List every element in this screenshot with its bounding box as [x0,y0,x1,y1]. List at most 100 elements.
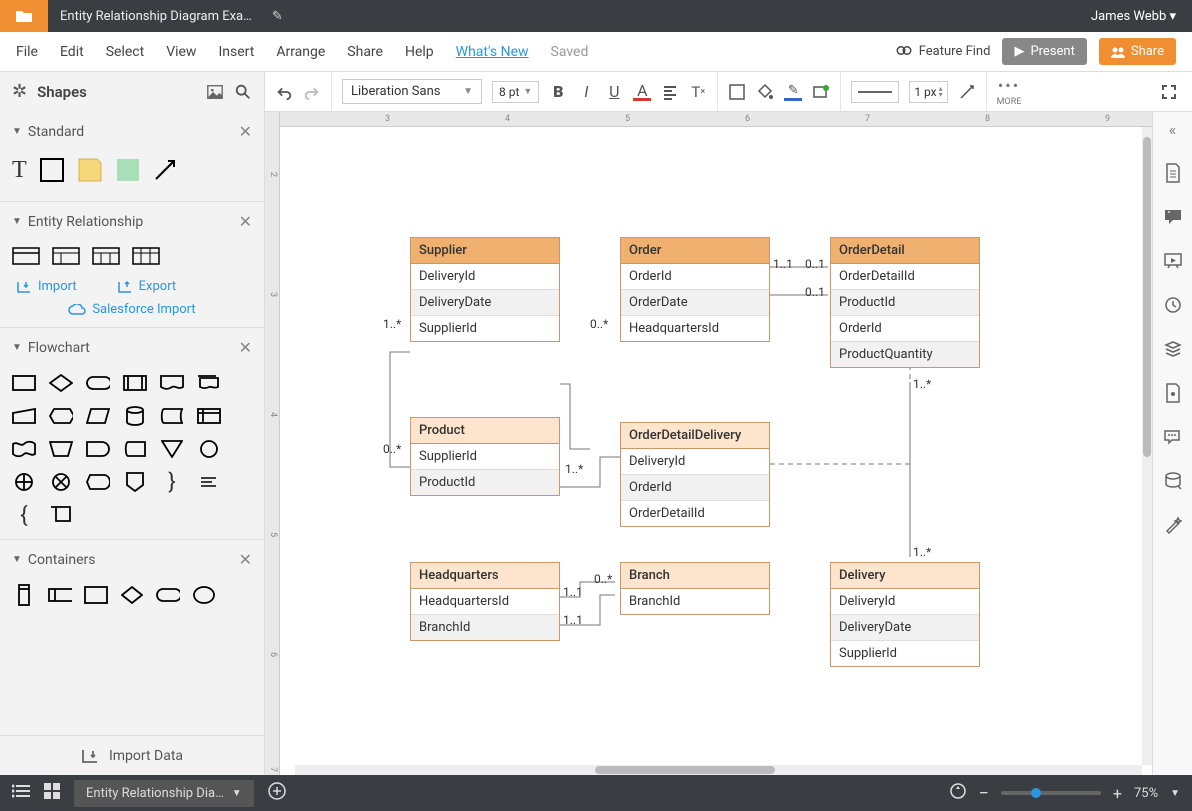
zoom-out-icon[interactable]: − [979,783,989,804]
font-select[interactable]: Liberation Sans▼ [342,79,482,104]
menu-share[interactable]: Share [347,44,383,60]
note-shape-icon[interactable] [77,157,103,187]
master-icon[interactable] [1163,383,1183,403]
shape-tool-icon[interactable] [728,83,746,101]
fill-icon[interactable] [756,83,774,101]
fc-data-icon[interactable] [86,406,110,426]
entity-branch[interactable]: Branch BranchId [620,562,770,615]
fc-connector-icon[interactable] [197,439,221,459]
fc-manual-op-icon[interactable] [49,439,73,459]
close-icon[interactable]: ✕ [239,122,252,141]
panel-flowchart-header[interactable]: ▼Flowchart✕ [0,328,264,367]
canvas[interactable]: Supplier DeliveryId DeliveryDate Supplie… [280,127,1152,775]
fc-process-icon[interactable] [12,373,36,393]
fc-delay-icon[interactable] [86,439,110,459]
export-link[interactable]: Export [117,279,177,294]
close-icon[interactable]: ✕ [239,212,252,231]
fc-internal-icon[interactable] [197,406,221,426]
grid-view-icon[interactable] [44,783,60,803]
line-style-select[interactable] [851,81,899,103]
ct-1-icon[interactable] [12,585,36,605]
fc-terminator-icon[interactable] [86,373,110,393]
er-shape-1-icon[interactable] [12,247,40,269]
fc-prep-icon[interactable] [49,406,73,426]
salesforce-import-link[interactable]: Salesforce Import [0,298,264,327]
entity-headquarters[interactable]: Headquarters HeadquartersId BranchId [410,562,560,641]
fc-merge-icon[interactable] [160,439,184,459]
menu-insert[interactable]: Insert [218,44,254,60]
edit-title-icon[interactable]: ✎ [272,9,283,24]
clear-format-icon[interactable]: T× [689,83,707,101]
rect-shape-icon[interactable] [39,157,65,187]
fc-storage-icon[interactable] [160,406,184,426]
more-button[interactable]: •••MORE [997,76,1022,107]
search-icon[interactable] [234,83,252,101]
zoom-in-icon[interactable]: + [1113,784,1122,803]
fc-input-icon[interactable] [12,406,36,426]
present-button[interactable]: ▶ Present [1002,38,1086,65]
history-icon[interactable] [1163,295,1183,315]
zoom-menu-icon[interactable]: ▼ [1170,788,1180,799]
fc-predef-icon[interactable] [123,373,147,393]
page-icon[interactable] [1163,163,1183,183]
text-shape-icon[interactable]: T [12,157,27,187]
feature-find[interactable]: Feature Find [895,43,991,61]
er-shape-3-icon[interactable] [92,247,120,269]
menu-whats-new[interactable]: What's New [456,44,529,60]
vertical-scrollbar[interactable] [1142,127,1152,765]
ct-4-icon[interactable] [120,585,144,605]
fc-decision-icon[interactable] [49,373,73,393]
ct-3-icon[interactable] [84,585,108,605]
zoom-level[interactable]: 75% [1134,786,1158,801]
layers-icon[interactable] [1163,339,1183,359]
line-width-select[interactable]: 1 px▴▾ [909,81,947,103]
fc-note-icon[interactable] [197,472,221,492]
data-icon[interactable] [1163,471,1183,491]
menu-select[interactable]: Select [106,44,144,60]
redo-icon[interactable] [303,83,321,101]
list-view-icon[interactable] [12,784,30,802]
panel-standard-header[interactable]: ▼Standard✕ [0,112,264,151]
fc-or-icon[interactable] [12,472,36,492]
menu-view[interactable]: View [166,44,196,60]
entity-orderdetaildelivery[interactable]: OrderDetailDelivery DeliveryId OrderId O… [620,422,770,527]
sync-icon[interactable] [949,782,967,804]
entity-delivery[interactable]: Delivery DeliveryId DeliveryDate Supplie… [830,562,980,667]
comment-icon[interactable]: '' [1163,207,1183,227]
document-title[interactable]: Entity Relationship Diagram Exa… [48,9,264,24]
bold-icon[interactable]: B [549,83,567,101]
entity-supplier[interactable]: Supplier DeliveryId DeliveryDate Supplie… [410,237,560,342]
import-link[interactable]: Import [16,279,77,294]
panel-containers-header[interactable]: ▼Containers✕ [0,540,264,579]
gear-icon[interactable]: ✲ [12,81,27,102]
fc-db-icon[interactable] [123,406,147,426]
ct-6-icon[interactable] [192,585,216,605]
fc-sum-icon[interactable] [49,472,73,492]
text-color-icon[interactable]: A [633,83,651,101]
entity-orderdetail[interactable]: OrderDetail OrderDetailId ProductId Orde… [830,237,980,368]
collapse-icon[interactable]: « [1169,120,1177,139]
user-menu[interactable]: James Webb ▾ [1075,9,1192,24]
horizontal-scrollbar[interactable] [295,765,1142,775]
fc-card-icon[interactable] [49,505,73,525]
fc-display-icon[interactable] [86,472,110,492]
fullscreen-icon[interactable] [1160,83,1178,101]
entity-order[interactable]: Order OrderId OrderDate HeadquartersId [620,237,770,342]
font-size-select[interactable]: 8 pt▼ [492,81,539,103]
ct-2-icon[interactable] [48,585,72,605]
magic-icon[interactable] [1163,515,1183,535]
panel-er-header[interactable]: ▼Entity Relationship✕ [0,202,264,241]
menu-help[interactable]: Help [405,44,434,60]
fc-tape-icon[interactable] [12,439,36,459]
italic-icon[interactable]: I [577,83,595,101]
menu-arrange[interactable]: Arrange [276,44,325,60]
underline-icon[interactable]: U [605,83,623,101]
arrow-shape-icon[interactable] [153,157,179,187]
line-tool-icon[interactable] [958,83,976,101]
chat-icon[interactable] [1163,427,1183,447]
menu-edit[interactable]: Edit [60,44,84,60]
import-data-button[interactable]: Import Data [0,735,264,775]
entity-product[interactable]: Product SupplierId ProductId [410,417,560,496]
folder-icon[interactable] [0,0,48,32]
border-color-icon[interactable]: ✎ [784,83,802,101]
